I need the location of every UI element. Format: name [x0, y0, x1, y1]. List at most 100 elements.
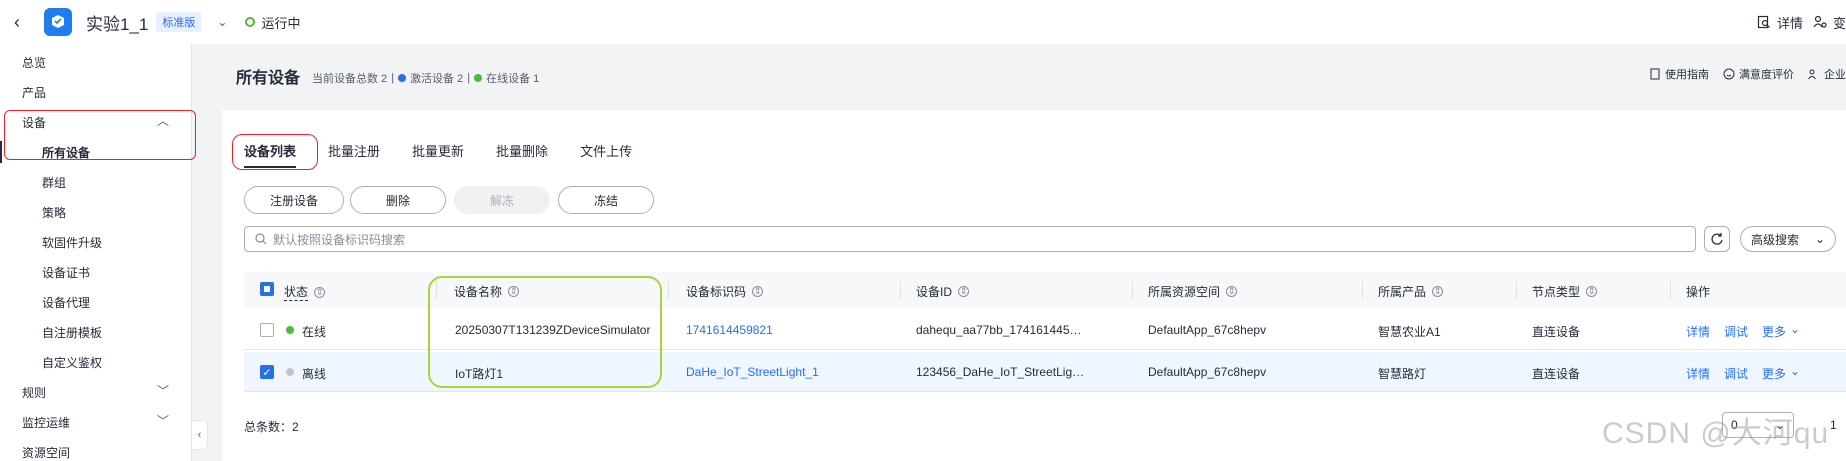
row-space: DefaultApp_67c8hepv — [1148, 323, 1267, 337]
col-header-identifier[interactable]: 设备标识码 ⇕ — [686, 283, 764, 300]
sort-icon: ⇕ — [752, 286, 764, 297]
search-input[interactable]: 默认按照设备标识码搜索 — [244, 226, 1696, 252]
advanced-search-select[interactable]: 高级搜索 ⌄ — [1740, 226, 1836, 252]
search-placeholder: 默认按照设备标识码搜索 — [273, 232, 406, 247]
tab-file-upload[interactable]: 文件上传 — [580, 141, 632, 168]
offline-status-dot-icon — [286, 368, 294, 376]
row-checkbox[interactable]: ✓ — [260, 365, 274, 379]
row-debug-link[interactable]: 调试 — [1724, 323, 1748, 340]
smile-icon — [1723, 68, 1735, 80]
stat-total: 当前设备总数 2 — [312, 73, 388, 85]
row-detail-link[interactable]: 详情 — [1686, 365, 1710, 382]
col-header-status[interactable]: 状态 ⇕ — [284, 283, 326, 301]
stat-active: 激活设备 2 — [410, 73, 464, 85]
row-debug-link[interactable]: 调试 — [1724, 365, 1748, 382]
chevron-down-icon: ⌄ — [1814, 232, 1825, 246]
register-device-button[interactable]: 注册设备 — [244, 186, 344, 214]
change-link[interactable]: 变 — [1813, 13, 1846, 32]
row-more-link[interactable]: 更多 — [1762, 323, 1786, 340]
active-indicator — [0, 141, 2, 163]
row-status: 离线 — [302, 367, 327, 381]
sidebar-item-auth[interactable]: 自定义鉴权 — [42, 354, 102, 371]
detail-link[interactable]: 详情 — [1757, 13, 1803, 32]
sidebar-item-selfreg[interactable]: 自注册模板 — [42, 324, 102, 341]
chevron-down-icon[interactable]: ﹀ — [157, 382, 169, 399]
page-links: 使用指南 满意度评价 企业 — [1649, 66, 1846, 82]
online-status-dot-icon — [286, 326, 294, 334]
stat-online: 在线设备 1 — [486, 73, 540, 85]
users-icon — [1808, 69, 1816, 80]
book-icon — [1650, 68, 1660, 80]
row-detail-link[interactable]: 详情 — [1686, 323, 1710, 340]
sidebar-item-product[interactable]: 产品 — [22, 84, 46, 101]
sidebar-item-cert[interactable]: 设备证书 — [42, 264, 90, 281]
annotation-red-oval — [4, 110, 196, 160]
chevron-down-icon[interactable]: ⌄ — [1790, 322, 1800, 336]
sort-icon: ⇕ — [1586, 286, 1598, 297]
run-status-label: 运行中 — [261, 15, 301, 31]
row-node-type: 直连设备 — [1532, 367, 1581, 381]
watermark: CSDN @大河qu — [1602, 417, 1830, 450]
unfreeze-button[interactable]: 解冻 — [454, 186, 550, 214]
sort-icon: ⇕ — [958, 286, 970, 297]
tab-batch-update[interactable]: 批量更新 — [412, 141, 464, 168]
col-header-product[interactable]: 所属产品 ⇕ — [1378, 283, 1444, 300]
row-product: 智慧路灯 — [1378, 367, 1427, 381]
tab-batch-delete[interactable]: 批量删除 — [496, 141, 548, 168]
sidebar-item-overview[interactable]: 总览 — [22, 54, 46, 71]
chevron-down-icon[interactable]: ﹀ — [157, 412, 169, 429]
sidebar-item-rules[interactable]: 规则 — [22, 384, 46, 401]
sort-icon: ⇕ — [1432, 286, 1444, 297]
chevron-down-icon[interactable]: ⌄ — [1790, 364, 1800, 378]
sidebar-item-groups[interactable]: 群组 — [42, 174, 66, 191]
row-device-id: 123456_DaHe_IoT_StreetLig… — [916, 365, 1085, 379]
sidebar-item-firmware[interactable]: 软固件升级 — [42, 234, 102, 251]
refresh-icon — [1711, 233, 1723, 245]
col-header-space[interactable]: 所属资源空间 ⇕ — [1148, 283, 1238, 300]
sidebar-item-policy[interactable]: 策略 — [42, 204, 66, 221]
tab-batch-register[interactable]: 批量注册 — [328, 141, 380, 168]
row-identifier-link[interactable]: 1741614459821 — [686, 323, 773, 337]
col-header-ops: 操作 — [1686, 285, 1711, 299]
row-checkbox[interactable] — [260, 323, 274, 337]
chevron-left-icon[interactable]: ‹ — [14, 12, 30, 33]
page-number[interactable]: 1 — [1830, 418, 1837, 432]
top-bar: ‹ 实验1_1 标准版 ⌄ 运行中 详情 变 — [0, 0, 1846, 44]
row-more-link[interactable]: 更多 — [1762, 365, 1786, 382]
row-node-type: 直连设备 — [1532, 325, 1581, 339]
col-header-device-id[interactable]: 设备ID ⇕ — [916, 283, 970, 300]
annotation-green-oval — [428, 276, 662, 388]
device-stats: 当前设备总数 2 | 激活设备 2 | 在线设备 1 — [312, 72, 540, 85]
search-icon — [255, 233, 267, 245]
sidebar: 总览 产品 设备 ︿ 所有设备 群组 策略 软固件升级 设备证书 设备代理 自注… — [0, 44, 196, 461]
app-title: 实验1_1 — [86, 14, 149, 34]
collapse-sidebar-button[interactable]: ‹ — [192, 420, 208, 450]
sidebar-item-resource-space[interactable]: 资源空间 — [22, 444, 70, 461]
col-header-node-type[interactable]: 节点类型 ⇕ — [1532, 283, 1598, 300]
row-identifier-link[interactable]: DaHe_IoT_StreetLight_1 — [686, 365, 819, 379]
sidebar-item-monitor[interactable]: 监控运维 — [22, 414, 70, 431]
row-space: DefaultApp_67c8hepv — [1148, 365, 1267, 379]
online-dot-icon — [474, 74, 483, 82]
row-status: 在线 — [302, 325, 327, 339]
refresh-button[interactable] — [1704, 226, 1730, 252]
guide-link[interactable]: 使用指南 — [1649, 66, 1709, 82]
run-status: 运行中 — [245, 13, 300, 32]
annotation-red-oval — [232, 134, 318, 170]
feedback-link[interactable]: 满意度评价 — [1723, 66, 1794, 82]
sort-icon: ⇕ — [314, 286, 326, 298]
sidebar-item-proxy[interactable]: 设备代理 — [42, 294, 90, 311]
delete-button[interactable]: 删除 — [350, 186, 446, 214]
sort-icon: ⇕ — [1226, 286, 1238, 297]
edition-badge: 标准版 — [156, 12, 202, 32]
top-right-links: 详情 变 — [1757, 0, 1846, 44]
enterprise-link[interactable]: 企业 — [1808, 66, 1846, 82]
status-ring-icon — [245, 17, 256, 27]
row-device-id: dahequ_aa77bb_174161445… — [916, 323, 1082, 337]
search-doc-icon — [1757, 15, 1770, 29]
chevron-down-icon[interactable]: ⌄ — [217, 15, 227, 29]
select-all-checkbox[interactable] — [260, 282, 274, 296]
app-logo — [44, 8, 72, 36]
freeze-button[interactable]: 冻结 — [558, 186, 654, 214]
total-count: 总条数：2 — [244, 420, 299, 434]
